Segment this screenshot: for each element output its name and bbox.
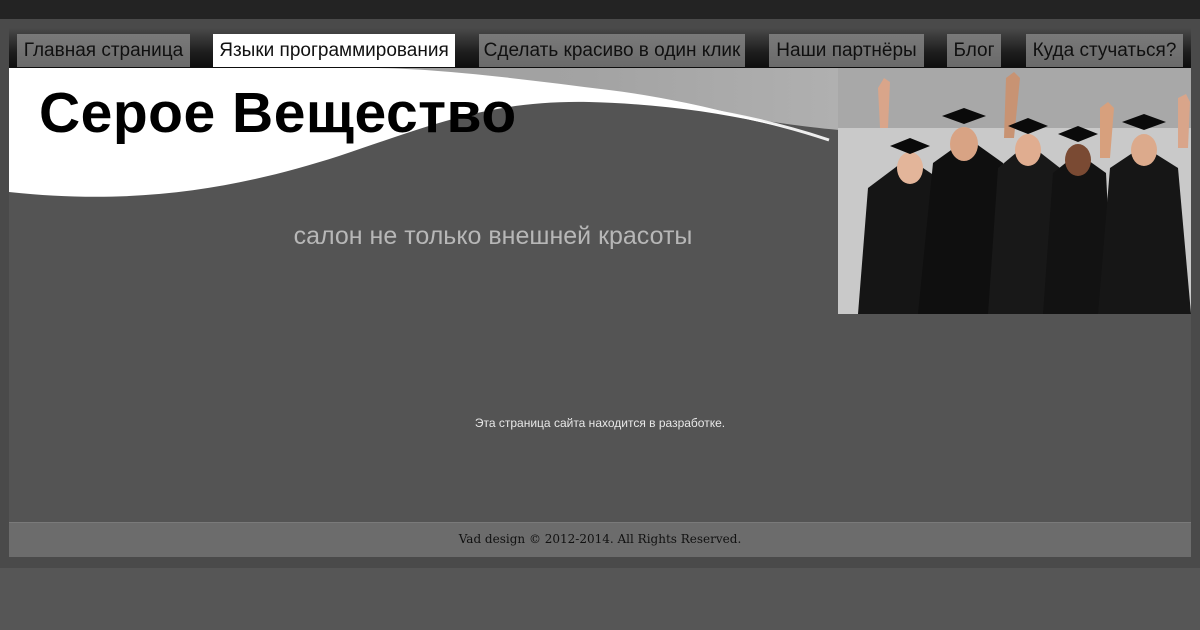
nav-item-partners[interactable]: Наши партнёры [769, 34, 924, 67]
browser-top-bar [0, 0, 1200, 19]
graduates-photo-icon [838, 68, 1191, 314]
under-construction-notice: Эта страница сайта находится в разработк… [474, 416, 726, 430]
nav-item-programming-languages[interactable]: Языки программирования [213, 34, 455, 67]
main-navigation: Главная страница Языки программирования … [9, 28, 1191, 68]
page-container: Главная страница Языки программирования … [9, 28, 1191, 522]
site-tagline: салон не только внешней красоты [293, 222, 693, 250]
footer-copyright: Vad design © 2012-2014. All Rights Reser… [458, 532, 742, 546]
site-title: Серое Вещество [39, 81, 517, 145]
site-header: Серое Вещество салон не только внешней к… [9, 68, 1191, 314]
site-footer: Vad design © 2012-2014. All Rights Reser… [9, 522, 1191, 557]
nav-item-home[interactable]: Главная страница [17, 34, 190, 67]
nav-item-blog[interactable]: Блог [947, 34, 1001, 67]
nav-item-one-click[interactable]: Сделать красиво в один клик [479, 34, 745, 67]
nav-item-contacts[interactable]: Куда стучаться? [1026, 34, 1183, 67]
